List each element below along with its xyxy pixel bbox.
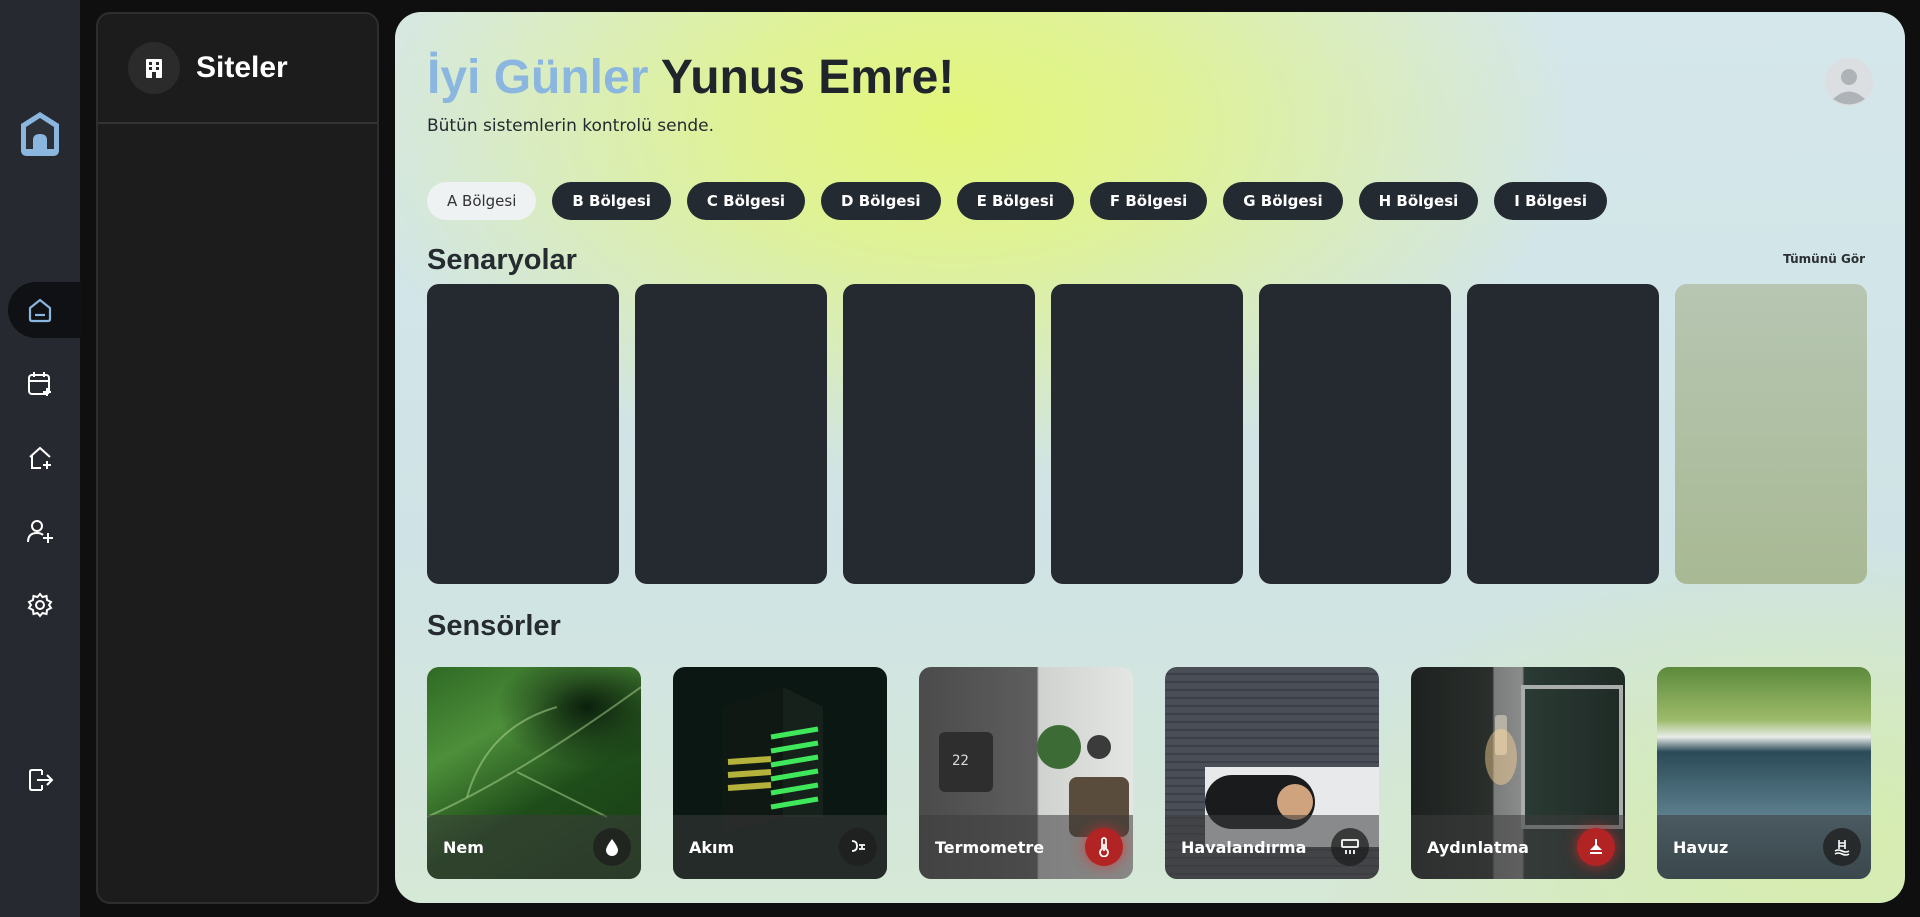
sites-panel: Siteler xyxy=(96,12,379,904)
scenario-card[interactable] xyxy=(1675,284,1867,584)
sensor-card-thermometer[interactable]: 22 Termometre xyxy=(919,667,1133,879)
tab-region-g[interactable]: G Bölgesi xyxy=(1223,182,1343,220)
building-icon xyxy=(128,42,180,94)
region-tabs: A Bölgesi B Bölgesi C Bölgesi D Bölgesi … xyxy=(427,182,1607,220)
water-drop-icon[interactable] xyxy=(593,828,631,866)
thermometer-icon[interactable] xyxy=(1085,828,1123,866)
sensor-list: Nem Akım 22 Termometre Havalandırma Aydı… xyxy=(427,667,1871,879)
sensor-label: Havalandırma xyxy=(1181,837,1307,857)
sensor-label: Nem xyxy=(443,837,484,857)
scenario-card[interactable] xyxy=(427,284,619,584)
sensor-label: Akım xyxy=(689,837,735,857)
dashboard-main: İyi Günler Yunus Emre! Bütün sistemlerin… xyxy=(395,12,1905,903)
air-conditioner-icon[interactable] xyxy=(1331,828,1369,866)
sensor-bar: Akım xyxy=(673,815,887,879)
scenario-list xyxy=(427,284,1867,584)
sites-header: Siteler xyxy=(98,14,377,124)
sensor-card-ventilation[interactable]: Havalandırma xyxy=(1165,667,1379,879)
calendar-add-icon[interactable] xyxy=(22,366,58,402)
avatar[interactable] xyxy=(1825,58,1873,106)
tab-region-c[interactable]: C Bölgesi xyxy=(686,182,806,220)
sensor-card-lighting[interactable]: Aydınlatma xyxy=(1411,667,1625,879)
see-all-link[interactable]: Tümünü Gör xyxy=(1783,252,1865,266)
tab-region-h[interactable]: H Bölgesi xyxy=(1358,182,1479,220)
tab-region-b[interactable]: B Bölgesi xyxy=(552,182,671,220)
sensor-label: Havuz xyxy=(1673,837,1729,857)
home-add-icon[interactable] xyxy=(22,440,58,476)
nav-home-active[interactable] xyxy=(8,282,82,338)
greeting-subtitle: Bütün sistemlerin kontrolü sende. xyxy=(427,116,714,136)
greeting-heading: İyi Günler Yunus Emre! xyxy=(427,50,954,105)
ceiling-lamp-icon[interactable] xyxy=(1577,828,1615,866)
sensor-label: Termometre xyxy=(935,837,1045,857)
home-icon[interactable] xyxy=(22,292,58,328)
logout-icon[interactable] xyxy=(22,762,58,798)
sites-title: Siteler xyxy=(196,51,288,84)
scenarios-title: Senaryolar xyxy=(427,244,577,276)
plug-icon[interactable] xyxy=(839,828,877,866)
scenario-card[interactable] xyxy=(1259,284,1451,584)
sensor-bar: Havalandırma xyxy=(1165,815,1379,879)
tab-region-a[interactable]: A Bölgesi xyxy=(427,182,537,220)
user-add-icon[interactable] xyxy=(22,513,58,549)
greeting-text: İyi Günler xyxy=(427,51,649,104)
gear-icon[interactable] xyxy=(22,587,58,623)
scenario-card[interactable] xyxy=(1051,284,1243,584)
pool-icon[interactable] xyxy=(1823,828,1861,866)
sensor-card-current[interactable]: Akım xyxy=(673,667,887,879)
sensor-bar: Termometre xyxy=(919,815,1133,879)
sensor-label: Aydınlatma xyxy=(1427,837,1529,857)
scenario-card[interactable] xyxy=(843,284,1035,584)
tab-region-i[interactable]: I Bölgesi xyxy=(1494,182,1607,220)
app-logo-icon[interactable] xyxy=(19,110,61,158)
tab-region-f[interactable]: F Bölgesi xyxy=(1089,182,1208,220)
sensor-bar: Aydınlatma xyxy=(1411,815,1625,879)
nav-rail xyxy=(0,0,82,917)
sensor-bar: Nem xyxy=(427,815,641,879)
tab-region-e[interactable]: E Bölgesi xyxy=(956,182,1074,220)
user-name: Yunus Emre! xyxy=(660,51,955,104)
sensors-title: Sensörler xyxy=(427,610,561,642)
sensor-card-humidity[interactable]: Nem xyxy=(427,667,641,879)
tab-region-d[interactable]: D Bölgesi xyxy=(821,182,941,220)
svg-text:22: 22 xyxy=(952,753,969,769)
sensor-card-pool[interactable]: Havuz xyxy=(1657,667,1871,879)
sensor-bar: Havuz xyxy=(1657,815,1871,879)
scenario-card[interactable] xyxy=(635,284,827,584)
scenario-card[interactable] xyxy=(1467,284,1659,584)
